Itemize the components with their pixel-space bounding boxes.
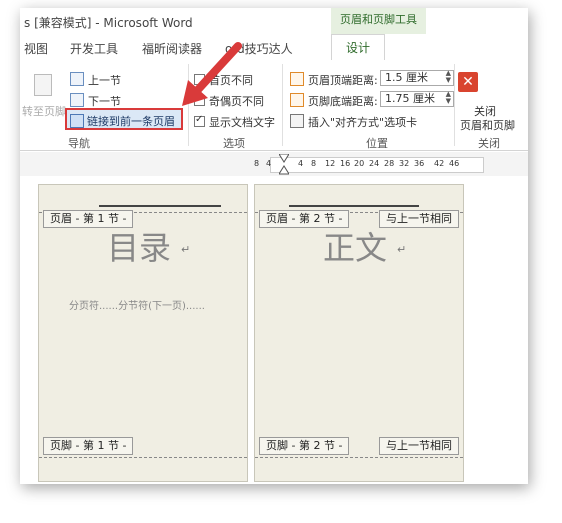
paragraph-mark: ↵ [397,243,407,256]
header-rule [99,205,221,207]
close-group-label: 关闭 [478,137,500,150]
group-divider [282,64,283,146]
footer-bottom-value: 1.75 厘米 [385,92,435,105]
page-title: 正文 [323,229,388,267]
footer-section-tag: 页脚 - 第 1 节 - [43,437,134,455]
footer-bottom-distance-input[interactable]: 1.75 厘米 ▲ ▼ [380,91,454,107]
ruler-number: 32 [399,159,410,168]
tab-view[interactable]: 视图 [24,40,48,57]
options-group-label: 选项 [223,137,245,150]
ribbon-tabs: 视图 开发工具 福昕阅读器 ord技巧达人 设计 [20,34,528,62]
tab-developer[interactable]: 开发工具 [70,40,118,57]
footer-distance-icon [290,93,304,107]
ruler-number: 4 [266,159,272,168]
page-1: 页眉 - 第 1 节 - 目录 ↵ 分页符......分节符(下一页).....… [38,184,248,482]
navigation-group-label: 导航 [68,137,90,150]
footer-boundary [255,457,463,458]
goto-footer-icon [34,74,52,96]
page-2: 页眉 - 第 2 节 - 与上一节相同 正文 ↵ 页脚 - 第 2 节 - 与上… [254,184,464,482]
header-rule [289,205,419,207]
insert-align-tab-button[interactable]: 插入"对齐方式"选项卡 [290,114,417,130]
next-section-label: 下一节 [88,95,121,108]
ruler-number: 12 [325,159,336,168]
page-title: 目录 [107,229,172,267]
context-tab-group-label: 页眉和页脚工具 [331,8,426,36]
indent-marker-icon[interactable] [279,154,289,178]
header-top-value: 1.5 厘米 [385,71,428,84]
footer-bottom-label-text: 页脚底端距离: [308,95,378,108]
spin-arrows-icon[interactable]: ▲ ▼ [446,91,451,105]
ruler-number: 20 [354,159,365,168]
window-title: s [兼容模式] - Microsoft Word [24,16,193,30]
ruler-number: 46 [449,159,460,168]
show-doc-text-label: 显示文档文字 [209,116,275,129]
next-section-button[interactable]: 下一节 [70,93,121,109]
header-distance-icon [290,72,304,86]
show-doc-text-checkbox[interactable] [194,114,205,127]
header-top-distance-input[interactable]: 1.5 厘米 ▲ ▼ [380,70,454,86]
ruler-number: 24 [369,159,380,168]
ruler-number: 16 [340,159,351,168]
paragraph-mark: ↵ [181,243,191,256]
link-icon [70,114,84,128]
prev-section-icon [70,72,84,86]
insert-align-tab-label: 插入"对齐方式"选项卡 [308,116,418,129]
footer-section-tag: 页脚 - 第 2 节 - [259,437,350,455]
prev-section-button[interactable]: 上一节 [70,72,121,88]
close-header-footer-label-2: 页眉和页脚 [460,119,515,132]
tab-design[interactable]: 设计 [331,34,386,62]
link-to-previous-button[interactable]: 链接到前一条页眉 [65,108,183,130]
section-break-marker: 分页符......分节符(下一页)...... [69,301,205,312]
same-as-previous-footer-tag: 与上一节相同 [379,437,459,455]
ruler-number: 42 [434,159,445,168]
ribbon-panel: 转至页脚 上一节 下一节 导航 首页不同 奇偶页不同 显示文档文字 选项 页眉顶… [20,60,528,151]
group-divider [454,64,455,146]
header-top-distance-label: 页眉顶端距离: [290,72,378,88]
position-group-label: 位置 [366,137,388,150]
ruler-number: 8 [311,159,317,168]
prev-section-label: 上一节 [88,74,121,87]
same-as-previous-header-tag: 与上一节相同 [379,210,459,228]
footer-boundary [39,457,247,458]
link-to-previous-label: 链接到前一条页眉 [87,115,175,128]
close-icon: ✕ [462,74,474,90]
show-doc-text-option[interactable]: 显示文档文字 [194,114,275,130]
align-tab-icon [290,114,304,128]
ruler-number: 28 [384,159,395,168]
spin-arrows-icon[interactable]: ▲ ▼ [446,70,451,84]
footer-bottom-distance-label: 页脚底端距离: [290,93,378,109]
red-arrow-annotation [182,42,242,106]
next-section-icon [70,93,84,107]
ruler-number: 8 [254,159,260,168]
close-header-footer-button[interactable]: ✕ [458,72,478,92]
goto-footer-button[interactable]: 转至页脚 [22,103,66,119]
title-bar: s [兼容模式] - Microsoft Word 页眉和页脚工具 [20,8,528,36]
header-top-label-text: 页眉顶端距离: [308,74,378,87]
ruler-number: 36 [414,159,425,168]
ruler-number: 4 [298,159,304,168]
